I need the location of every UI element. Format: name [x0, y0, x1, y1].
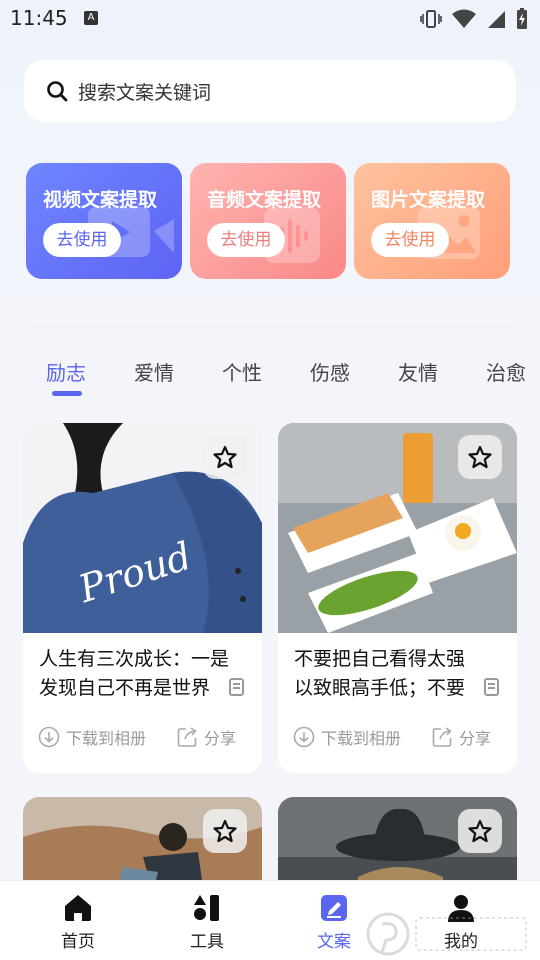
share-button[interactable]: 分享 — [431, 725, 491, 749]
quote-card[interactable]: 不要把自己看得太强 以致眼高手低；不要 下载到相册 分享 — [278, 423, 517, 773]
star-icon — [468, 445, 492, 469]
tab-indicator — [52, 391, 82, 396]
download-button[interactable]: 下载到相册 — [38, 725, 146, 749]
edit-icon — [321, 895, 347, 921]
category-tabs: 励志 爱情 个性 伤感 友情 治愈 — [0, 357, 540, 407]
audio-extract-button[interactable]: 去使用 — [207, 223, 285, 257]
tab-aiqing[interactable]: 爱情 — [134, 357, 174, 386]
search-icon — [47, 81, 68, 102]
image-extract-title: 图片文案提取 — [371, 189, 486, 211]
card-actions: 下载到相册 分享 — [38, 725, 253, 751]
tools-icon — [194, 895, 219, 921]
home-icon — [65, 895, 91, 921]
vibrate-icon — [420, 10, 442, 28]
audio-extract-card[interactable]: 音频文案提取 去使用 — [190, 163, 346, 279]
watermark-logo — [366, 912, 527, 956]
favorite-button[interactable] — [203, 435, 247, 479]
favorite-button[interactable] — [203, 809, 247, 853]
share-button[interactable]: 分享 — [176, 725, 236, 749]
copy-icon[interactable] — [482, 677, 500, 697]
nav-tools-label: 工具 — [190, 932, 224, 952]
nav-home[interactable]: 首页 — [48, 893, 108, 952]
status-time: 11:45 — [10, 6, 68, 30]
download-label: 下载到相册 — [66, 729, 147, 748]
image-extract-card[interactable]: 图片文案提取 去使用 — [354, 163, 510, 279]
quote-line: 发现自己不再是世界 — [39, 677, 211, 699]
download-icon — [293, 726, 315, 748]
favorite-button[interactable] — [458, 435, 502, 479]
download-icon — [38, 726, 60, 748]
tool-cards: 视频文案提取 去使用 音频文案提取 去使用 图片文案提取 去使用 — [26, 163, 510, 279]
card-actions: 下载到相册 分享 — [293, 725, 508, 751]
download-button[interactable]: 下载到相册 — [293, 725, 401, 749]
search-placeholder: 搜索文案关键词 — [78, 81, 212, 104]
battery-icon — [517, 8, 527, 29]
image-extract-button[interactable]: 去使用 — [371, 223, 449, 257]
quote-line: 不要把自己看得太强 — [294, 648, 466, 670]
nav-copywriting[interactable]: 文案 — [304, 893, 364, 952]
quote-text: 不要把自己看得太强 以致眼高手低；不要 — [294, 645, 500, 703]
quote-card[interactable]: Proud 人生有三次成长：一是 发现自己不再是世界 下载到相册 分享 — [23, 423, 262, 773]
video-extract-title: 视频文案提取 — [43, 189, 158, 211]
notification-icon: A — [84, 11, 98, 25]
wifi-icon — [452, 9, 476, 28]
download-label: 下载到相册 — [321, 729, 402, 748]
quote-line: 以致眼高手低；不要 — [294, 677, 466, 699]
content-panel: 励志 爱情 个性 伤感 友情 治愈 Proud 人生有三次成长：一是 发现自己不… — [0, 326, 540, 960]
share-icon — [432, 727, 452, 747]
tab-lizhi[interactable]: 励志 — [46, 357, 86, 386]
favorite-button[interactable] — [458, 809, 502, 853]
video-extract-card[interactable]: 视频文案提取 去使用 — [26, 163, 182, 279]
star-icon — [213, 445, 237, 469]
quote-text: 人生有三次成长：一是 发现自己不再是世界 — [39, 645, 245, 703]
copy-icon[interactable] — [227, 677, 245, 697]
tab-youqing[interactable]: 友情 — [398, 357, 438, 386]
nav-home-label: 首页 — [61, 932, 95, 952]
status-bar: 11:45 A — [0, 0, 540, 36]
signal-icon — [488, 11, 505, 28]
share-label: 分享 — [204, 729, 237, 748]
nav-copywriting-label: 文案 — [317, 932, 351, 952]
video-extract-button[interactable]: 去使用 — [43, 223, 121, 257]
quote-line: 人生有三次成长：一是 — [39, 648, 230, 670]
audio-extract-title: 音频文案提取 — [207, 189, 322, 211]
tab-gexing[interactable]: 个性 — [222, 357, 262, 386]
tab-zhiyu[interactable]: 治愈 — [486, 357, 526, 386]
share-label: 分享 — [459, 729, 492, 748]
star-icon — [213, 819, 237, 843]
tab-shanggan[interactable]: 伤感 — [310, 357, 350, 386]
share-icon — [177, 727, 197, 747]
search-bar[interactable]: 搜索文案关键词 — [24, 60, 516, 122]
nav-tools[interactable]: 工具 — [177, 893, 237, 952]
star-icon — [468, 819, 492, 843]
